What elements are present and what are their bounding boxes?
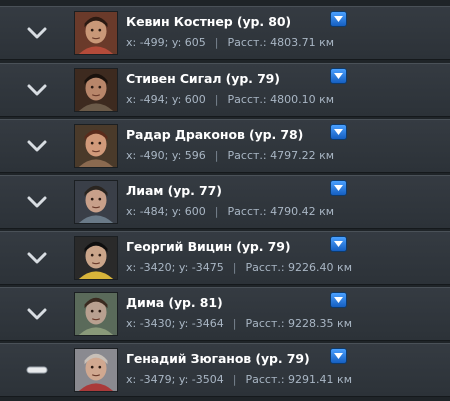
avatar[interactable] bbox=[74, 236, 118, 280]
player-name[interactable]: Кевин Костнер (ур. 80) bbox=[126, 14, 291, 29]
portrait-icon bbox=[75, 181, 117, 223]
player-menu-button[interactable] bbox=[330, 68, 347, 84]
dropdown-arrow-icon bbox=[334, 16, 343, 22]
avatar[interactable] bbox=[74, 348, 118, 392]
player-menu-button[interactable] bbox=[330, 124, 347, 140]
avatar[interactable] bbox=[74, 124, 118, 168]
avatar[interactable] bbox=[74, 292, 118, 336]
minus-icon[interactable] bbox=[0, 344, 74, 396]
player-name[interactable]: Генадий Зюганов (ур. 79) bbox=[126, 351, 310, 366]
player-name[interactable]: Дима (ур. 81) bbox=[126, 295, 223, 310]
player-list: Кевин Костнер (ур. 80) x: -499; y: 605 | Ра… bbox=[0, 0, 450, 401]
player-name[interactable]: Радар Драконов (ур. 78) bbox=[126, 127, 303, 142]
dropdown-arrow-icon bbox=[334, 241, 343, 247]
portrait-icon bbox=[75, 349, 117, 391]
portrait-icon bbox=[75, 69, 117, 111]
coordinates: x: -3479; y: -3504 bbox=[126, 373, 224, 386]
distance: Расст.: 4800.10 км bbox=[227, 93, 335, 106]
separator: | bbox=[232, 317, 237, 330]
coordinates: x: -494; y: 600 bbox=[126, 93, 206, 106]
chevron-down-icon[interactable] bbox=[0, 120, 74, 172]
chevron-down-icon[interactable] bbox=[0, 64, 74, 116]
player-location: x: -484; y: 600 | Расст.: 4790.42 км bbox=[126, 205, 334, 218]
player-location: x: -490; y: 596 | Расст.: 4797.22 км bbox=[126, 149, 334, 162]
distance: Расст.: 9291.41 км bbox=[245, 373, 352, 386]
player-location: x: -499; y: 605 | Расст.: 4803.71 км bbox=[126, 36, 334, 49]
player-name[interactable]: Лиам (ур. 77) bbox=[126, 183, 222, 198]
coordinates: x: -3420; y: -3475 bbox=[126, 261, 224, 274]
chevron-down-icon[interactable] bbox=[0, 232, 74, 284]
coordinates: x: -484; y: 600 bbox=[126, 205, 206, 218]
player-menu-button[interactable] bbox=[330, 11, 347, 27]
player-name[interactable]: Георгий Вицин (ур. 79) bbox=[126, 239, 291, 254]
player-location: x: -3430; y: -3464 | Расст.: 9228.35 км bbox=[126, 317, 352, 330]
portrait-icon bbox=[75, 125, 117, 167]
separator: | bbox=[232, 373, 237, 386]
coordinates: x: -499; y: 605 bbox=[126, 36, 206, 49]
player-row[interactable]: Кевин Костнер (ур. 80) x: -499; y: 605 | Ра… bbox=[0, 6, 450, 60]
dropdown-arrow-icon bbox=[334, 297, 343, 303]
separator: | bbox=[214, 93, 219, 106]
avatar[interactable] bbox=[74, 180, 118, 224]
avatar[interactable] bbox=[74, 68, 118, 112]
coordinates: x: -490; y: 596 bbox=[126, 149, 206, 162]
distance: Расст.: 4790.42 км bbox=[227, 205, 335, 218]
player-location: x: -494; y: 600 | Расст.: 4800.10 км bbox=[126, 93, 334, 106]
avatar[interactable] bbox=[74, 11, 118, 55]
chevron-down-icon[interactable] bbox=[0, 176, 74, 228]
player-row[interactable]: Дима (ур. 81) x: -3430; y: -3464 | Расст.: … bbox=[0, 287, 450, 341]
player-row[interactable]: Георгий Вицин (ур. 79) x: -3420; y: -3475… bbox=[0, 231, 450, 285]
player-menu-button[interactable] bbox=[330, 236, 347, 252]
player-row[interactable]: Генадий Зюганов (ур. 79) x: -3479; y: -35… bbox=[0, 343, 450, 397]
separator: | bbox=[214, 36, 219, 49]
dropdown-arrow-icon bbox=[334, 129, 343, 135]
player-menu-button[interactable] bbox=[330, 292, 347, 308]
distance: Расст.: 9228.35 км bbox=[245, 317, 352, 330]
player-row[interactable]: Лиам (ур. 77) x: -484; y: 600 | Расст.: 479… bbox=[0, 175, 450, 229]
player-location: x: -3420; y: -3475 | Расст.: 9226.40 км bbox=[126, 261, 352, 274]
separator: | bbox=[214, 149, 219, 162]
separator: | bbox=[232, 261, 237, 274]
portrait-icon bbox=[75, 293, 117, 335]
player-row[interactable]: Радар Драконов (ур. 78) x: -490; y: 596 | Р… bbox=[0, 119, 450, 173]
portrait-icon bbox=[75, 237, 117, 279]
distance: Расст.: 4803.71 км bbox=[227, 36, 335, 49]
chevron-down-icon[interactable] bbox=[0, 288, 74, 340]
distance: Расст.: 9226.40 км bbox=[245, 261, 352, 274]
player-row[interactable]: Стивен Сигал (ур. 79) x: -494; y: 600 | Рас… bbox=[0, 63, 450, 117]
chevron-down-icon[interactable] bbox=[0, 7, 74, 59]
coordinates: x: -3430; y: -3464 bbox=[126, 317, 224, 330]
dropdown-arrow-icon bbox=[334, 353, 343, 359]
separator: | bbox=[214, 205, 219, 218]
portrait-icon bbox=[75, 12, 117, 54]
player-menu-button[interactable] bbox=[330, 180, 347, 196]
dropdown-arrow-icon bbox=[334, 73, 343, 79]
player-location: x: -3479; y: -3504 | Расст.: 9291.41 км bbox=[126, 373, 352, 386]
dropdown-arrow-icon bbox=[334, 185, 343, 191]
player-name[interactable]: Стивен Сигал (ур. 79) bbox=[126, 71, 280, 86]
player-menu-button[interactable] bbox=[330, 348, 347, 364]
distance: Расст.: 4797.22 км bbox=[227, 149, 335, 162]
